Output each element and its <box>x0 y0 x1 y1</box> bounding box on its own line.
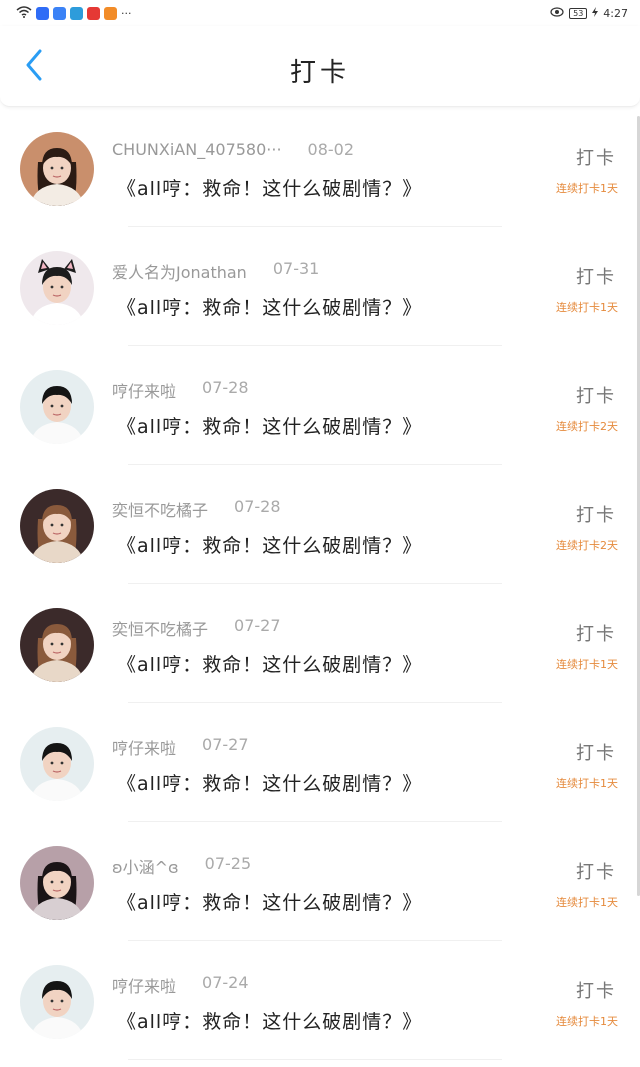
meta-row: 奕恒不吃橘子 07-28 <box>112 497 281 521</box>
eye-icon <box>550 6 564 20</box>
list-item[interactable]: 爱人名为Jonathan 07-31 《all哼：救命！这什么破剧情？》 打卡连续打卡… <box>0 227 640 346</box>
avatar[interactable] <box>20 251 94 325</box>
avatar[interactable] <box>20 727 94 801</box>
checkin-date: 07-31 <box>272 259 320 278</box>
book-title[interactable]: 《all哼：救命！这什么破剧情？》 <box>117 293 422 320</box>
checkin-date: 07-25 <box>204 854 252 873</box>
meta-row: 哼仔来啦 07-28 <box>112 378 249 402</box>
avatar[interactable] <box>20 132 94 206</box>
checkin-date: 07-27 <box>234 616 281 635</box>
avatar[interactable] <box>20 608 94 682</box>
user-name[interactable]: CHUNXiAN_407580··· <box>112 140 282 159</box>
book-title[interactable]: 《all哼：救命！这什么破剧情？》 <box>117 531 422 558</box>
checkin-label: 打卡 <box>576 862 616 883</box>
avatar[interactable] <box>20 370 94 444</box>
checkin-label: 打卡 <box>576 386 616 407</box>
book-title[interactable]: 《all哼：救命！这什么破剧情？》 <box>117 650 422 677</box>
book-title[interactable]: 《all哼：救命！这什么破剧情？》 <box>117 1007 422 1034</box>
overflow-indicator: ··· <box>121 6 132 20</box>
user-name[interactable]: 奕恒不吃橘子 <box>112 497 208 521</box>
checkin-date: 08-02 <box>307 140 355 159</box>
meta-row: ʚ小涵^ɞ 07-25 <box>112 854 251 878</box>
checkin-label: 打卡 <box>576 743 616 764</box>
list-item[interactable]: 奕恒不吃橘子 07-27 《all哼：救命！这什么破剧情？》 打卡连续打卡1天 <box>0 584 640 703</box>
streak-count: 连续打卡1天 <box>556 301 618 314</box>
meta-row: CHUNXiAN_407580··· 08-02 <box>112 140 354 159</box>
checkin-label: 打卡 <box>576 267 616 288</box>
list-item[interactable]: 奕恒不吃橘子 07-28 《all哼：救命！这什么破剧情？》 打卡连续打卡2天 <box>0 465 640 584</box>
user-name[interactable]: 奕恒不吃橘子 <box>112 616 208 640</box>
user-name[interactable]: 哼仔来啦 <box>112 378 176 402</box>
streak-count: 连续打卡1天 <box>556 896 618 909</box>
checkin-label: 打卡 <box>576 981 616 1002</box>
page-title: 打卡 <box>289 58 350 88</box>
app-icon <box>70 6 83 20</box>
checkin-label: 打卡 <box>576 505 616 526</box>
user-name[interactable]: 哼仔来啦 <box>112 735 176 759</box>
streak-count: 连续打卡1天 <box>556 777 618 790</box>
list-item[interactable]: 哼仔来啦 07-28 《all哼：救命！这什么破剧情？》 打卡连续打卡2天 <box>0 346 640 465</box>
avatar[interactable] <box>20 846 94 920</box>
battery-level: 53 <box>569 7 588 19</box>
book-title[interactable]: 《all哼：救命！这什么破剧情？》 <box>117 888 422 915</box>
app-icon <box>53 6 66 20</box>
status-bar: ··· 53 4:27 <box>0 0 640 26</box>
divider <box>128 1059 502 1060</box>
status-left: ··· <box>16 5 132 21</box>
book-title[interactable]: 《all哼：救命！这什么破剧情？》 <box>117 174 422 201</box>
streak-count: 连续打卡1天 <box>556 658 618 671</box>
meta-row: 爱人名为Jonathan 07-31 <box>112 259 319 283</box>
checkin-date: 07-27 <box>202 735 249 754</box>
avatar[interactable] <box>20 965 94 1039</box>
avatar[interactable] <box>20 489 94 563</box>
streak-count: 连续打卡1天 <box>556 1015 618 1028</box>
app-icon <box>36 6 49 20</box>
user-name[interactable]: ʚ小涵^ɞ <box>112 854 179 878</box>
list-item[interactable]: 哼仔来啦 07-24 《all哼：救命！这什么破剧情？》 打卡连续打卡1天 <box>0 941 640 1060</box>
checkin-label: 打卡 <box>576 148 616 169</box>
meta-row: 哼仔来啦 07-24 <box>112 973 249 997</box>
streak-count: 连续打卡1天 <box>556 182 618 195</box>
list-item[interactable]: CHUNXiAN_407580··· 08-02 《all哼：救命！这什么破剧情？》… <box>0 108 640 227</box>
checkin-date: 07-28 <box>202 378 249 397</box>
checkin-label: 打卡 <box>576 624 616 645</box>
status-right: 53 4:27 <box>550 6 628 20</box>
streak-count: 连续打卡2天 <box>556 539 618 552</box>
streak-count: 连续打卡2天 <box>556 420 618 433</box>
meta-row: 奕恒不吃橘子 07-27 <box>112 616 281 640</box>
book-title[interactable]: 《all哼：救命！这什么破剧情？》 <box>117 412 422 439</box>
list-item[interactable]: ʚ小涵^ɞ 07-25 《all哼：救命！这什么破剧情？》 打卡连续打卡1天 <box>0 822 640 941</box>
user-name[interactable]: 哼仔来啦 <box>112 973 176 997</box>
charging-icon <box>592 6 599 20</box>
checkin-date: 07-28 <box>234 497 281 516</box>
meta-row: 哼仔来啦 07-27 <box>112 735 249 759</box>
checkin-date: 07-24 <box>202 973 249 992</box>
book-title[interactable]: 《all哼：救命！这什么破剧情？》 <box>117 769 422 796</box>
user-name[interactable]: 爱人名为Jonathan <box>112 259 247 283</box>
wifi-icon <box>16 5 32 21</box>
list-item[interactable]: 哼仔来啦 07-27 《all哼：救命！这什么破剧情？》 打卡连续打卡1天 <box>0 703 640 822</box>
app-icon <box>104 6 117 20</box>
checkin-list: CHUNXiAN_407580··· 08-02 《all哼：救命！这什么破剧情？》… <box>0 108 640 1060</box>
app-icon <box>87 6 100 20</box>
clock: 4:27 <box>603 6 628 20</box>
app-header: 打卡 <box>0 26 640 107</box>
